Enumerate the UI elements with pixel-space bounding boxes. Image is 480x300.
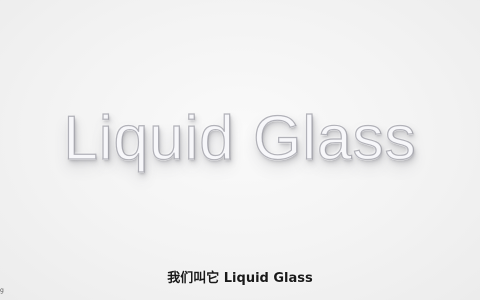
subtitle-caption: 我们叫它 Liquid Glass	[167, 271, 313, 286]
corner-watermark-glyph: g	[0, 287, 4, 294]
liquid-glass-title: Liquid Glass	[63, 104, 417, 173]
video-frame: Liquid Glass 我们叫它 Liquid Glass g	[0, 0, 480, 300]
